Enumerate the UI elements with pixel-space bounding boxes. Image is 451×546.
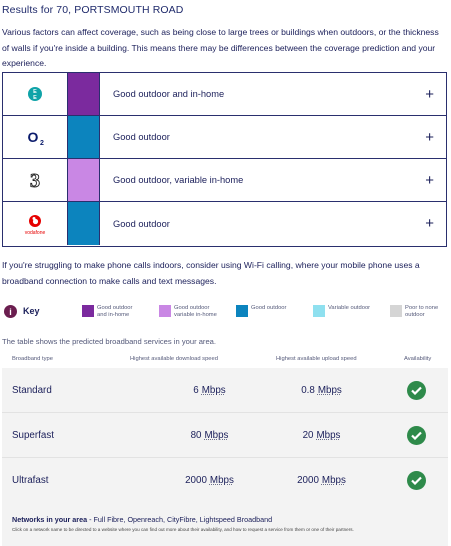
coverage-intro-text: Various factors can affect coverage, suc… [2, 27, 439, 68]
speed-unit[interactable]: Mbps [210, 475, 234, 486]
vodafone-logo-icon: vodafone [3, 202, 68, 245]
table-row: Superfast 80 Mbps 20 Mbps [2, 413, 448, 458]
operator-row-three[interactable]: 3 Good outdoor, variable in-home + [3, 159, 446, 202]
svg-text:E: E [33, 95, 37, 101]
check-circle-icon [407, 381, 426, 400]
key-swatch [313, 305, 325, 317]
expand-plus-icon[interactable]: + [425, 73, 434, 115]
speed-unit[interactable]: Mbps [318, 385, 342, 396]
operator-row-o2[interactable]: O 2 Good outdoor + [3, 116, 446, 159]
networks-subtitle: Click on a network name to be directed t… [12, 527, 354, 532]
speed-unit[interactable]: Mbps [322, 475, 346, 486]
operator-coverage-label: Good outdoor and in-home [113, 89, 225, 99]
operator-row-ee[interactable]: E E Good outdoor and in-home + [3, 73, 446, 116]
expand-plus-icon[interactable]: + [425, 116, 434, 158]
operator-coverage-label: Good outdoor [113, 218, 170, 229]
broadband-table-header: Broadband type Highest available downloa… [2, 352, 448, 368]
operator-coverage-label: Good outdoor, variable in-home [113, 175, 244, 185]
svg-text:3: 3 [30, 170, 40, 191]
speed-unit[interactable]: Mbps [204, 430, 228, 441]
coverage-swatch [68, 202, 100, 245]
table-row: Ultrafast 2000 Mbps 2000 Mbps [2, 458, 448, 503]
upload-speed: 2000 Mbps [274, 458, 369, 502]
key-swatch [390, 305, 402, 317]
upload-speed: 0.8 Mbps [274, 368, 369, 412]
svg-text:2: 2 [40, 140, 44, 147]
coverage-swatch [68, 116, 100, 158]
key-label: Good outdoor variable in-home [174, 305, 217, 318]
key-label: Variable outdoor [328, 305, 371, 311]
speed-value: 2000 [297, 474, 319, 486]
column-header: Highest available download speed [130, 356, 218, 362]
speed-value: 6 [193, 384, 199, 396]
three-logo-icon: 3 [3, 159, 68, 201]
download-speed: 80 Mbps [162, 413, 257, 457]
broadband-type: Ultrafast [12, 474, 49, 486]
page-title: Results for 70, PORTSMOUTH ROAD [2, 4, 184, 16]
speed-value: 20 [302, 429, 314, 441]
coverage-swatch [68, 159, 100, 201]
speed-unit[interactable]: Mbps [202, 385, 226, 396]
expand-plus-icon[interactable]: + [425, 202, 434, 245]
operator-row-vodafone[interactable]: vodafone Good outdoor + [3, 202, 446, 245]
svg-text:O: O [28, 129, 39, 145]
networks-title: Networks in your area - Full Fibre, Open… [12, 515, 272, 524]
operator-coverage-table: E E Good outdoor and in-home + O 2 Good … [2, 72, 447, 247]
networks-panel: Networks in your area - Full Fibre, Open… [2, 502, 448, 546]
key-label: Poor to none outdoor [405, 305, 439, 318]
ee-logo-icon: E E [3, 73, 68, 115]
operator-coverage-label: Good outdoor [113, 132, 170, 142]
check-circle-icon [407, 426, 426, 445]
info-icon: i [4, 305, 17, 318]
coverage-swatch [68, 73, 100, 115]
wifi-calling-note: If you're struggling to make phone calls… [2, 260, 420, 286]
expand-plus-icon[interactable]: + [425, 159, 434, 201]
speed-unit[interactable]: Mbps [316, 430, 340, 441]
key-label: Good outdoor and in-home [97, 305, 133, 318]
speed-value: 80 [190, 429, 202, 441]
networks-list[interactable]: - Full Fibre, Openreach, CityFibre, Ligh… [87, 515, 272, 524]
networks-title-bold: Networks in your area [12, 515, 88, 524]
download-speed: 2000 Mbps [162, 458, 257, 502]
column-header: Highest available upload speed [276, 356, 357, 362]
key-swatch [82, 305, 94, 317]
coverage-key: i Key Good outdoor and in-home Good outd… [2, 301, 448, 327]
broadband-table: Broadband type Highest available downloa… [2, 352, 448, 503]
speed-value: 2000 [185, 474, 207, 486]
key-title: Key [23, 306, 40, 316]
check-circle-icon [407, 471, 426, 490]
broadband-intro-text: The table shows the predicted broadband … [2, 337, 217, 346]
svg-text:vodafone: vodafone [25, 230, 46, 236]
column-header: Broadband type [12, 356, 53, 362]
download-speed: 6 Mbps [162, 368, 257, 412]
o2-logo-icon: O 2 [3, 116, 68, 158]
key-swatch [236, 305, 248, 317]
table-row: Standard 6 Mbps 0.8 Mbps [2, 368, 448, 413]
column-header: Availability [404, 356, 432, 362]
broadband-type: Standard [12, 384, 52, 396]
key-swatch [159, 305, 171, 317]
key-label: Good outdoor [251, 305, 287, 311]
broadband-type: Superfast [12, 429, 54, 441]
speed-value: 0.8 [301, 384, 315, 396]
upload-speed: 20 Mbps [274, 413, 369, 457]
